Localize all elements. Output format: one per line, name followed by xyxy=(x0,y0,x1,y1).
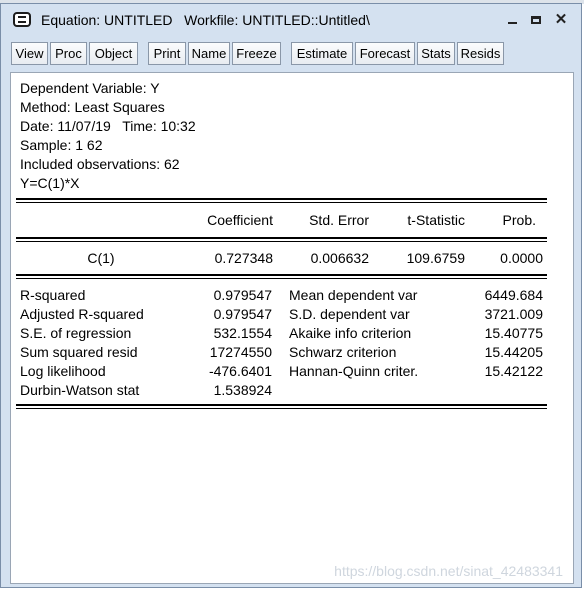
dependent-variable-line: Dependent Variable: Y xyxy=(20,80,160,96)
t-statistic-header: t-Statistic xyxy=(407,212,465,228)
print-button[interactable]: Print xyxy=(148,42,186,65)
equation-window: Equation: UNTITLED Workfile: UNTITLED::U… xyxy=(0,3,582,588)
stat-value: 1.538924 xyxy=(213,382,272,398)
sample-line: Sample: 1 62 xyxy=(20,137,103,153)
stat-label: Sum squared resid xyxy=(20,344,138,360)
date-time-line: Date: 11/07/19 Time: 10:32 xyxy=(20,118,196,134)
stat-label: Schwarz criterion xyxy=(289,344,397,360)
stats-button[interactable]: Stats xyxy=(417,42,455,65)
stat-value: 6449.684 xyxy=(484,287,543,303)
stat-label: Adjusted R-squared xyxy=(20,306,144,322)
prob-header: Prob. xyxy=(502,212,536,228)
stat-value: 0.979547 xyxy=(213,287,272,303)
maximize-icon xyxy=(531,16,541,24)
stat-label: R-squared xyxy=(20,287,86,303)
estimate-button[interactable]: Estimate xyxy=(291,42,353,65)
view-button[interactable]: View xyxy=(11,42,48,65)
name-button[interactable]: Name xyxy=(188,42,230,65)
variable-c1: C(1) xyxy=(87,250,115,266)
stat-value: 532.1554 xyxy=(213,325,272,341)
c1-prob: 0.0000 xyxy=(500,250,543,266)
coefficient-header: Coefficient xyxy=(207,212,273,228)
resids-button[interactable]: Resids xyxy=(457,42,504,65)
std-error-header: Std. Error xyxy=(309,212,369,228)
equation-spec-line: Y=C(1)*X xyxy=(20,175,80,191)
close-icon: ✕ xyxy=(554,11,568,28)
close-button[interactable]: ✕ xyxy=(550,10,572,30)
coefficients-bottom-rule xyxy=(16,274,547,279)
c1-coefficient: 0.727348 xyxy=(214,250,273,266)
method-line: Method: Least Squares xyxy=(20,99,165,115)
c1-std-error: 0.006632 xyxy=(310,250,369,266)
title-bar[interactable]: Equation: UNTITLED Workfile: UNTITLED::U… xyxy=(1,4,581,36)
stat-label: Log likelihood xyxy=(20,363,106,379)
estimation-output[interactable]: Dependent Variable: Y Method: Least Squa… xyxy=(10,72,574,584)
stat-label: Akaike info criterion xyxy=(289,325,412,341)
window-title: Equation: UNTITLED Workfile: UNTITLED::U… xyxy=(41,12,370,28)
observations-line: Included observations: 62 xyxy=(20,156,180,172)
stat-label: Mean dependent var xyxy=(289,287,418,303)
stat-value: 3721.009 xyxy=(484,306,543,322)
equation-window-icon[interactable] xyxy=(13,12,31,27)
minimize-button[interactable] xyxy=(501,10,523,30)
stat-value: 0.979547 xyxy=(213,306,272,322)
object-button[interactable]: Object xyxy=(89,42,138,65)
header-rule xyxy=(16,237,547,242)
stat-value: 17274550 xyxy=(209,344,272,360)
stat-label: S.D. dependent var xyxy=(289,306,410,322)
forecast-button[interactable]: Forecast xyxy=(355,42,415,65)
stat-value: 15.40775 xyxy=(484,325,543,341)
stat-label: Hannan-Quinn criter. xyxy=(289,363,419,379)
c1-t-statistic: 109.6759 xyxy=(406,250,465,266)
freeze-button[interactable]: Freeze xyxy=(232,42,281,65)
stat-label: S.E. of regression xyxy=(20,325,132,341)
proc-button[interactable]: Proc xyxy=(50,42,87,65)
stat-value: 15.44205 xyxy=(484,344,543,360)
table-top-rule xyxy=(16,198,547,203)
watermark: https://blog.csdn.net/sinat_42483341 xyxy=(334,563,563,579)
stat-value: -476.6401 xyxy=(208,363,272,379)
table-bottom-rule xyxy=(16,404,547,409)
stat-value: 15.42122 xyxy=(484,363,543,379)
stat-label: Durbin-Watson stat xyxy=(20,382,140,398)
maximize-button[interactable] xyxy=(525,10,547,30)
minimize-icon xyxy=(507,22,517,24)
